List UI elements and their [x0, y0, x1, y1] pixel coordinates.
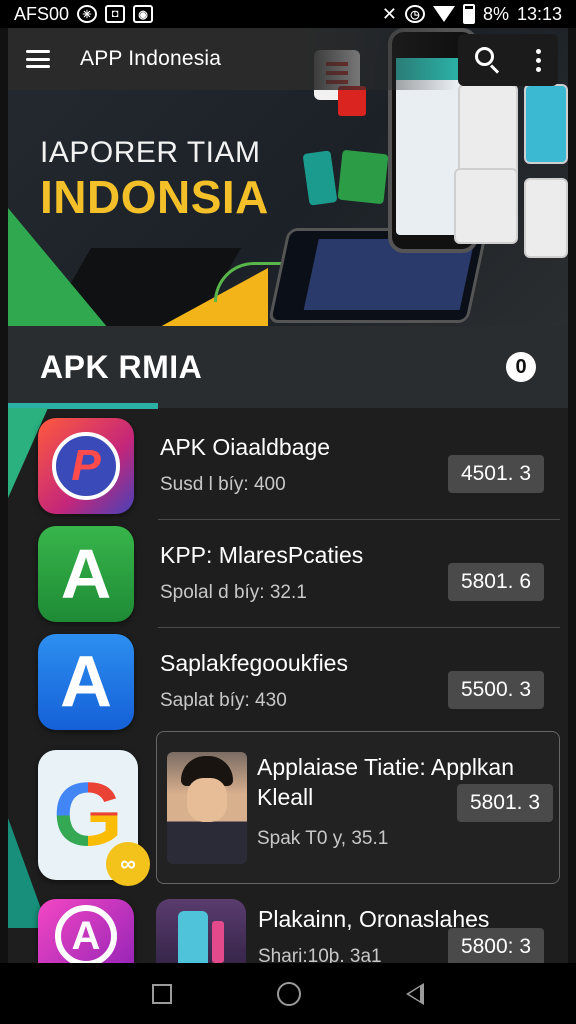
clock: 13:13: [516, 3, 562, 24]
bottle-app-icon[interactable]: [156, 899, 246, 963]
app-bar: APP Indonesia: [8, 28, 568, 90]
navigation-bar: [0, 963, 576, 1024]
carrier-label: AFS00: [14, 3, 70, 24]
home-icon[interactable]: [276, 981, 301, 1006]
blue-a-app-icon[interactable]: A: [38, 634, 134, 730]
section-header: APK RMIA 0: [8, 326, 568, 408]
green-a-app-icon[interactable]: A: [38, 526, 134, 622]
list-item[interactable]: A Saplakfegooukfies Saplat bíy: 430 5500…: [8, 628, 568, 736]
wifi-icon: [432, 6, 455, 22]
recents-icon[interactable]: [152, 983, 173, 1004]
avatar: [167, 752, 247, 864]
banner-shape: [8, 208, 108, 326]
app-subtitle: Spolal d bíy: 32.1: [160, 582, 307, 603]
featured-app-subtitle: Spak T0 y, 35.1: [257, 828, 389, 849]
green-box-graphic: [337, 149, 389, 205]
news-card-graphic: [454, 168, 518, 244]
app-subtitle: Susd l bíy: 400: [160, 474, 286, 495]
back-icon[interactable]: [405, 982, 424, 1005]
coin-badge-icon: ∞: [106, 842, 150, 886]
app-name: APK Oiaaldbage: [160, 434, 331, 460]
pink-a-app-icon[interactable]: A: [38, 899, 134, 963]
settings-icon: ✳: [77, 5, 98, 23]
list-item[interactable]: P APK Oiaaldbage Susd l bíy: 400 4501. 3: [8, 412, 568, 520]
google-g-app-icon[interactable]: G ∞: [38, 750, 150, 886]
camera-icon: ◉: [133, 5, 154, 23]
section-title: APK RMIA: [40, 348, 203, 385]
price-button[interactable]: 5500. 3: [448, 671, 544, 709]
app-bar-actions: [458, 34, 558, 86]
battery-percent: 8%: [482, 3, 509, 24]
price-button[interactable]: 5801. 3: [457, 784, 553, 822]
app-subtitle: Saplat bíy: 430: [160, 690, 287, 711]
notification-icon: ◘: [105, 5, 126, 23]
section-badge[interactable]: 0: [506, 352, 536, 382]
red-app-icon[interactable]: P: [38, 418, 134, 514]
news-card-graphic: [524, 84, 568, 164]
price-button[interactable]: 4501. 3: [448, 455, 544, 493]
app-name: Saplakfegooukfies: [160, 650, 348, 676]
price-button[interactable]: 5800: 3: [448, 928, 544, 963]
banner-title: INDONSIA: [40, 171, 269, 223]
app-name: KPP: MlaresPcaties: [160, 542, 364, 568]
menu-icon[interactable]: [26, 50, 50, 68]
teal-box-graphic: [302, 150, 338, 206]
app-window: IAPORER TIAM INDONSIA APP Indonesia APK …: [8, 28, 568, 963]
status-bar: AFS00 ✳ ◘ ◉ ✕ ◷ 8% 13:13: [0, 0, 576, 28]
app-subtitle: Shari:10þ. 3a1: [258, 946, 382, 963]
battery-icon: [462, 4, 475, 24]
more-icon[interactable]: [535, 48, 541, 72]
search-icon[interactable]: [475, 47, 501, 74]
banner-subtitle: IAPORER TIAM: [40, 136, 261, 169]
price-button[interactable]: 5801. 6: [448, 563, 544, 601]
featured-app-card[interactable]: Applaiase Tiatie: Applkan Kleall Spak T0…: [156, 731, 560, 884]
news-card-graphic: [524, 178, 568, 258]
app-title: APP Indonesia: [80, 47, 222, 70]
list-item[interactable]: A KPP: MlaresPcaties Spolal d bíy: 32.1 …: [8, 520, 568, 628]
mute-icon: ✕: [381, 3, 397, 24]
alarm-icon: ◷: [404, 5, 425, 23]
red-box-graphic: [338, 86, 366, 116]
